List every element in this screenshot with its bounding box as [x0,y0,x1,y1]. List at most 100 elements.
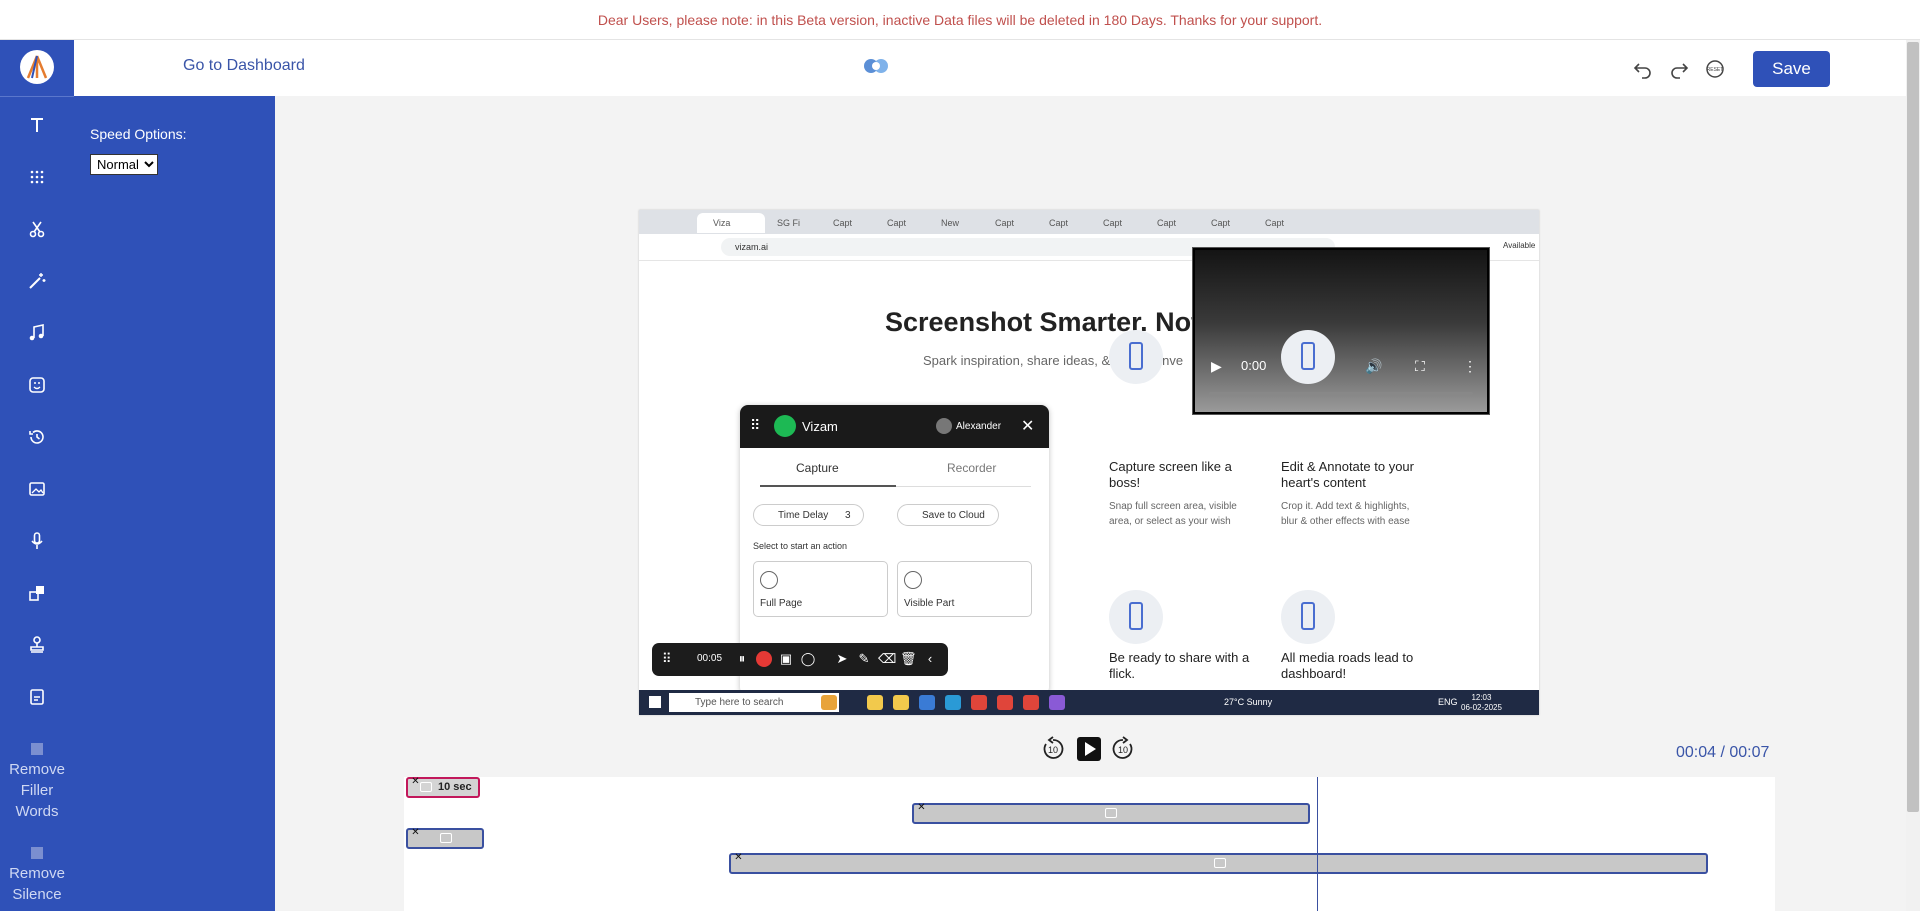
stamp-icon [30,636,44,653]
video-progress-bar[interactable] [1209,392,1473,395]
feature-icon [1281,330,1335,384]
windows-start-icon [649,696,661,708]
browser-tab: SG Fi [765,213,819,233]
speed-select[interactable]: Normal [90,154,158,175]
panel-title: Vizam [802,419,838,434]
recording-toolbar: ⠿ 00:05 ⏸ ▣ ◯ ➤ ✎ ⌫ 🗑 ‹ [652,643,948,676]
save-button[interactable]: Save [1753,51,1830,87]
app-logo-icon[interactable] [20,50,54,84]
full-page-label: Full Page [760,598,803,609]
chrome-icon [997,695,1013,710]
tab-label: New [941,218,960,228]
skip-forward-10-button[interactable]: 10 [1110,736,1136,762]
browser-tab: Capt [1253,213,1305,233]
fullscreen-icon[interactable]: ⛶ [1415,358,1425,375]
save-cloud-label: Save to Cloud [922,510,985,521]
text-icon [31,118,43,132]
timeline-clip-image[interactable]: ✕ [912,802,1310,824]
remove-silence-toggle[interactable]: Remove Silence [0,847,74,905]
record-icon [756,651,772,667]
timeline-track-area[interactable]: ✕ 10 sec ✕ ✕ ✕ [404,776,1775,911]
sticker-tool[interactable] [0,365,74,405]
export-tool[interactable] [0,677,74,717]
reset-button[interactable]: RESET [1704,58,1726,80]
cut-tool[interactable] [0,209,74,249]
tool-rail: Remove Filler Words Remove Silence [0,40,74,911]
feature-title: All media roads lead to dashboard! [1281,650,1414,681]
remove-clip-icon[interactable]: ✕ [733,852,744,863]
editor-topbar: Go to Dashboard RESET Save [74,40,1920,96]
pause-icon: ⏸ [738,651,746,666]
watermark-tool[interactable] [0,625,74,665]
undo-icon[interactable] [1632,58,1654,80]
edge-icon [945,695,961,710]
drag-handle-icon: ⠿ [750,417,761,433]
image-clip-icon [1105,808,1117,818]
image-tool[interactable] [0,469,74,509]
clip-type-icon [420,782,432,792]
page-headline: Screenshot Smarter. Not [885,307,1201,337]
eraser-icon: ⌫ [878,651,897,666]
more-vertical-icon[interactable]: ⋮ [1463,358,1477,375]
effects-tool[interactable] [0,261,74,301]
tab-label: Capt [1265,218,1285,228]
voiceover-tool[interactable] [0,521,74,561]
video-play-icon[interactable]: ▶ [1211,358,1222,375]
tab-divider [896,486,1031,487]
blur-tool[interactable] [0,157,74,197]
timeline-clip-video[interactable]: ✕ [729,852,1708,874]
time-delay-label: Time Delay [778,510,829,521]
clip-duration-label: 10 sec [438,781,472,793]
feature-title: Be ready to share with a flick. [1109,650,1250,681]
camera-off-icon: ▣ [779,651,793,666]
pen-icon: ✎ [858,651,870,666]
history-tool[interactable] [0,417,74,457]
browser-tab: Capt [1199,213,1251,233]
feature-icon [1109,590,1163,644]
skip-fwd-label: 10 [1118,745,1128,755]
remove-filler-words-toggle[interactable]: Remove Filler Words [0,743,74,822]
cursor-icon: ➤ [836,651,848,666]
timeline-playhead[interactable] [1317,777,1318,911]
remove-clip-icon[interactable]: ✕ [410,827,421,838]
skip-back-10-button[interactable]: 10 [1040,736,1066,762]
video-preview[interactable]: Viza SG Fi Capt Capt New Capt Capt Capt … [639,210,1539,715]
timeline-clip-text[interactable]: ✕ 10 sec [406,776,480,798]
video-clip-icon [1214,858,1226,868]
play-button[interactable] [1077,737,1101,761]
sticker-icon [29,377,45,393]
remove-clip-icon[interactable]: ✕ [916,802,927,813]
rewind-10-icon: 10 [1043,736,1064,759]
clock-time: 12:03 [1471,693,1492,702]
feature-title: Edit & Annotate to your heart's content [1281,459,1414,490]
video-time: 0:00 [1241,358,1267,373]
text-tool[interactable] [0,105,74,145]
trash-icon: 🗑 [900,651,917,666]
redo-icon[interactable] [1668,58,1690,80]
page-scrollbar-thumb[interactable] [1907,42,1919,812]
volume-icon[interactable]: 🔊 [1365,358,1382,375]
resize-tool[interactable] [0,573,74,613]
browser-tab: Capt [983,213,1035,233]
browser-tab-strip: Viza SG Fi Capt Capt New Capt Capt Capt … [639,210,1539,234]
magic-wand-icon [29,273,46,289]
embedded-video-player[interactable]: ▶ 0:00 🔊 ⛶ ⋮ [1192,247,1490,415]
checkbox-icon [31,743,43,755]
tab-label: Capt [1157,218,1177,228]
feature-title: Capture screen like a boss! [1109,459,1232,490]
music-tool[interactable] [0,313,74,353]
browser-tab: New [929,213,981,233]
beta-notice-banner: Dear Users, please note: in this Beta ve… [0,0,1920,40]
go-to-dashboard-link[interactable]: Go to Dashboard [183,57,305,75]
full-page-icon [760,571,778,589]
active-tab-indicator [760,485,896,487]
timeline-clip-sticker[interactable]: ✕ [406,827,484,849]
reset-label: RESET [1707,67,1724,73]
full-page-card: Full Page [753,561,888,617]
sticker-clip-icon [440,833,452,843]
mic-off-icon: ◯ [800,651,816,666]
chrome-icon [1023,695,1039,710]
history-icon [29,430,44,444]
visible-part-card: Visible Part [897,561,1032,617]
tab-capture: Capture [796,461,839,475]
